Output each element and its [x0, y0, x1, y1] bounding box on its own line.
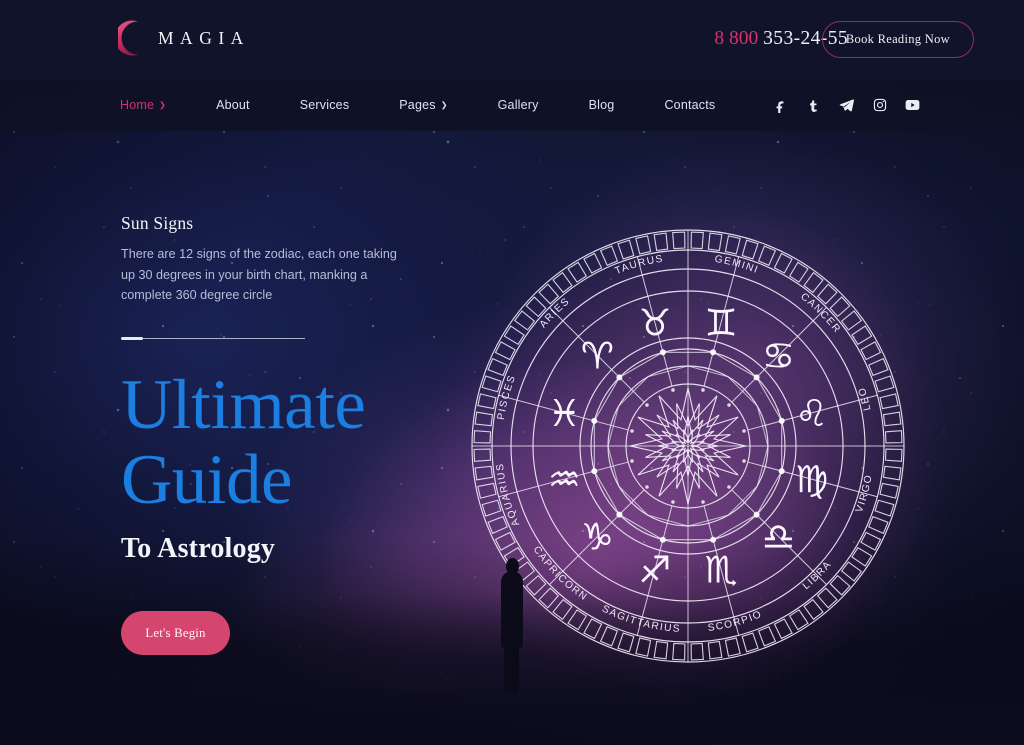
facebook-icon[interactable]: [773, 98, 788, 113]
zodiac-label-sagittarius: SAGITTARIUS: [600, 603, 681, 634]
zodiac-wheel: PISCES ARIES TAURUS GEMINI CANCER LEO VIRGO LIB…: [470, 228, 906, 664]
zodiac-symbol-leo: ♌: [795, 392, 828, 435]
nav-item-services[interactable]: Services: [300, 98, 350, 112]
nav-item-pages[interactable]: Pages ❯: [399, 98, 447, 112]
person-silhouette: [497, 558, 527, 693]
headline-line-1: Ultimate: [121, 366, 366, 444]
silhouette-body: [501, 571, 523, 649]
nav-item-label: Services: [299, 98, 350, 112]
nav-item-about[interactable]: About: [216, 98, 250, 112]
nav-item-label: Gallery: [497, 98, 539, 112]
zodiac-symbol-virgo: ♍: [795, 458, 828, 501]
zodiac-label-virgo: VIRGO: [854, 473, 875, 514]
chevron-right-icon: ❯: [440, 100, 448, 110]
divider-thin-segment: [141, 338, 305, 339]
nav-item-label: Blog: [588, 98, 615, 112]
nav-item-home[interactable]: Home ❯: [120, 98, 166, 112]
hero-description: There are 12 signs of the zodiac, each o…: [121, 247, 397, 302]
zodiac-symbol-sagittarius: ♐: [638, 549, 671, 592]
phone-prefix: 8 800: [714, 28, 759, 49]
zodiac-symbol-aquarius: ♒: [548, 458, 581, 501]
nav-item-label: About: [216, 98, 250, 112]
site-header: MAGIA 8 800 353-24-55 Book Reading Now: [0, 0, 1024, 79]
hero-divider: [121, 337, 305, 340]
zodiac-symbol-cancer: ♋: [762, 334, 795, 377]
crescent-moon-icon: [118, 20, 145, 56]
hero-subheadline: To Astrology: [121, 533, 276, 564]
nav-item-gallery[interactable]: Gallery: [498, 98, 539, 112]
main-navigation-bar: Home ❯ About Services Pages ❯ Gallery Blog Conta…: [0, 79, 1024, 131]
divider-thick-segment: [121, 337, 143, 340]
nav-item-label: Contacts: [664, 98, 716, 112]
zodiac-label-taurus: TAURUS: [613, 254, 664, 278]
social-links: [773, 79, 920, 131]
zodiac-symbol-gemini: ♊: [705, 301, 738, 344]
nav-item-blog[interactable]: Blog: [589, 98, 615, 112]
tumblr-icon[interactable]: [806, 98, 821, 113]
zodiac-symbol-taurus: ♉: [638, 301, 671, 344]
nav-item-label: Home: [120, 98, 155, 112]
instagram-icon[interactable]: [872, 98, 887, 113]
chevron-right-icon: ❯: [159, 100, 167, 110]
youtube-icon[interactable]: [905, 98, 920, 113]
book-reading-now-button[interactable]: Book Reading Now: [821, 21, 974, 58]
hero-eyebrow-title: Sun Signs: [121, 213, 194, 233]
hero-headline: Ultimate Guide To Astrology: [121, 366, 366, 566]
logo-text: MAGIA: [158, 27, 250, 48]
telegram-icon[interactable]: [839, 98, 854, 113]
nav-item-contacts[interactable]: Contacts: [664, 98, 715, 112]
silhouette-legs: [504, 640, 519, 693]
site-logo[interactable]: MAGIA: [118, 20, 250, 56]
zodiac-symbol-scorpio: ♏: [705, 549, 738, 592]
zodiac-symbol-capricorn: ♑: [581, 516, 614, 559]
zodiac-symbol-aries: ♈: [581, 334, 614, 377]
zodiac-symbol-pisces: ♓: [548, 392, 581, 435]
zodiac-symbol-libra: ♎: [762, 516, 795, 559]
nav-item-label: Pages: [399, 98, 436, 112]
headline-line-2: Guide: [121, 441, 293, 519]
lets-begin-button[interactable]: Let's Begin: [121, 611, 230, 655]
nav-list: Home ❯ About Services Pages ❯ Gallery Blog Conta…: [120, 79, 765, 131]
hero-content: Sun Signs There are 12 signs of the zodi…: [121, 213, 521, 655]
astrology-landing-page: PISCES ARIES TAURUS GEMINI CANCER LEO VIRGO LIB…: [0, 0, 1024, 745]
